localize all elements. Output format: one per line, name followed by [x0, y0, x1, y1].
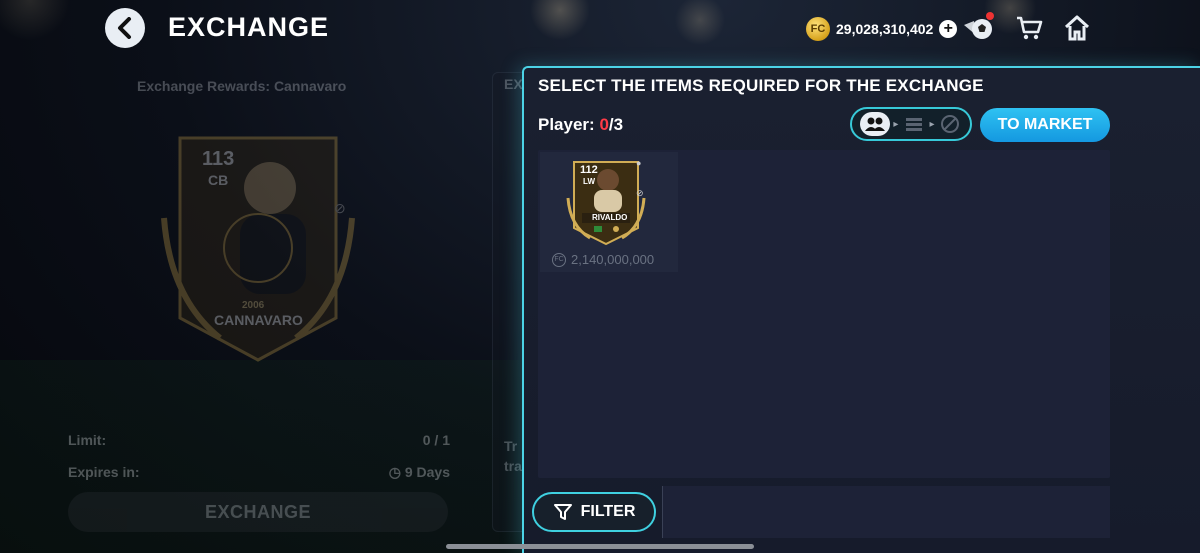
- home-indicator[interactable]: [446, 544, 754, 549]
- player-count-label: Player:: [538, 115, 595, 134]
- exchange-reward-panel: Exchange Rewards: Cannavaro 113 CB 2006 …: [0, 60, 520, 553]
- player-count: Player: 0/3: [538, 115, 623, 135]
- add-coins-button[interactable]: +: [939, 20, 958, 38]
- fc-coin-icon: FC: [806, 17, 830, 41]
- bottom-bar: [662, 486, 1110, 538]
- coin-amount: 29,028,310,402: [836, 21, 934, 37]
- exchange-rewards-label: Exchange Rewards: Cannavaro: [137, 78, 347, 94]
- expires-row: Expires in: ◷ 9 Days: [68, 464, 450, 481]
- expires-label: Expires in:: [68, 464, 140, 480]
- to-market-button[interactable]: TO MARKET: [980, 108, 1110, 142]
- home-icon: [1064, 15, 1090, 41]
- untradeable-icon: ⊘: [334, 200, 346, 216]
- shopping-cart-icon: [1017, 16, 1043, 40]
- limit-value: 0 / 1: [422, 432, 450, 448]
- item-price: FC 2,140,000,000: [552, 252, 654, 267]
- cart-button[interactable]: [1012, 12, 1046, 44]
- notification-dot: [986, 12, 994, 20]
- reward-card-frame: [161, 136, 355, 362]
- people-icon: [864, 117, 885, 131]
- back-button[interactable]: [105, 8, 145, 48]
- club-players-toggle[interactable]: [859, 112, 890, 136]
- requirements-panel-text-2: tra: [504, 458, 522, 474]
- home-button[interactable]: [1060, 12, 1094, 44]
- stack-toggle[interactable]: [902, 112, 926, 136]
- filter-label: FILTER: [580, 503, 636, 520]
- item-slot[interactable]: 112 LW RIVALDO ● ⊘ FC 2,140,000,000: [540, 152, 678, 272]
- lock-icon: ●: [636, 158, 642, 168]
- reward-card-rating: 113: [202, 148, 235, 170]
- coin-icon: FC: [552, 252, 566, 267]
- shop-ball-button[interactable]: [962, 12, 996, 44]
- untradeable-icon: [941, 115, 960, 133]
- untradeable-toggle[interactable]: [938, 112, 962, 136]
- item-price-value: 2,140,000,000: [571, 252, 655, 267]
- items-grid: 112 LW RIVALDO ● ⊘ FC 2,140,000,000: [538, 150, 1110, 478]
- player-card-position: LW: [583, 177, 595, 186]
- player-count-total: /3: [608, 115, 624, 134]
- arrow-right-icon: ▸: [929, 118, 935, 130]
- page-title: EXCHANGE: [168, 12, 330, 42]
- exchange-button[interactable]: EXCHANGE: [68, 492, 448, 532]
- reward-player-card: 113 CB 2006 CANNAVARO ⊘: [160, 128, 356, 368]
- player-card-name: RIVALDO: [592, 213, 628, 222]
- item-source-toggle[interactable]: ▸ ▸: [850, 107, 972, 141]
- filter-icon: [553, 504, 572, 520]
- player-card[interactable]: 112 LW RIVALDO ● ⊘: [566, 158, 646, 246]
- player-card-frame: [566, 161, 646, 246]
- filter-button[interactable]: FILTER: [532, 492, 656, 532]
- player-card-rating: 112: [580, 164, 598, 176]
- chevron-left-icon: [118, 17, 131, 39]
- expires-value-wrap: ◷ 9 Days: [389, 464, 450, 481]
- limit-label: Limit:: [68, 432, 107, 448]
- limit-row: Limit: 0 / 1: [68, 432, 450, 448]
- select-items-modal: SELECT THE ITEMS REQUIRED FOR THE EXCHAN…: [522, 66, 1200, 553]
- modal-title: SELECT THE ITEMS REQUIRED FOR THE EXCHAN…: [538, 76, 984, 95]
- reward-card-year: 2006: [242, 300, 265, 311]
- stack-icon: [905, 118, 922, 131]
- player-count-current: 0: [599, 115, 609, 134]
- untradeable-icon: ⊘: [636, 188, 644, 198]
- expires-value: 9 Days: [404, 464, 450, 480]
- requirements-panel-title: EX: [504, 76, 523, 92]
- requirements-panel-text-1: Tr: [504, 438, 518, 454]
- reward-card-position: CB: [208, 172, 229, 188]
- clock-icon: ◷: [388, 464, 405, 480]
- arrow-right-icon: ▸: [893, 118, 899, 130]
- reward-card-name: CANNAVARO: [214, 312, 303, 328]
- coin-balance: FC 29,028,310,402 +: [806, 16, 958, 42]
